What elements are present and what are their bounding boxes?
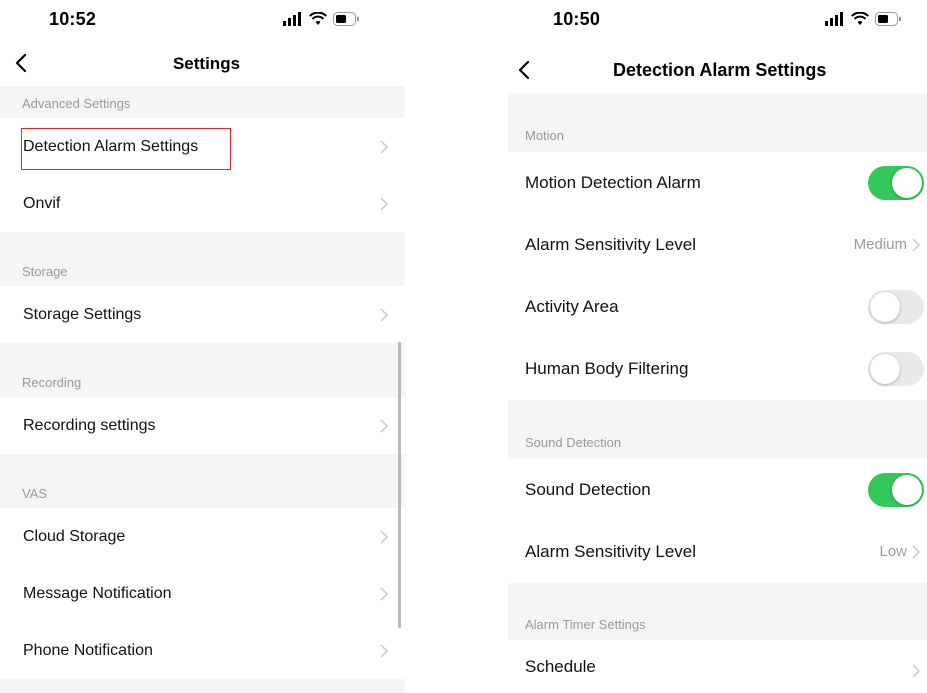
- toggle-knob: [892, 168, 922, 198]
- battery-icon: [333, 12, 359, 26]
- status-bar: 10:50: [508, 0, 927, 40]
- activity-area-toggle[interactable]: [868, 290, 924, 324]
- chevron-right-icon: [380, 530, 389, 544]
- row-sound-detection: Sound Detection: [508, 459, 927, 521]
- row-label: Storage Settings: [23, 305, 142, 323]
- chevron-right-icon: [912, 664, 921, 678]
- scrollbar[interactable]: [398, 342, 401, 628]
- section-header-storage: Storage: [0, 232, 405, 286]
- row-label: Sound Detection: [525, 480, 651, 499]
- row-label: Phone Notification: [23, 641, 153, 659]
- status-time: 10:52: [49, 9, 97, 29]
- row-label: Cloud Storage: [23, 527, 126, 545]
- row-motion-detection-alarm: Motion Detection Alarm: [508, 152, 927, 214]
- nav-bar: Detection Alarm Settings: [508, 40, 927, 86]
- chevron-right-icon: [380, 197, 389, 211]
- detection-alarm-screen: 10:50 Detection Alarm Settings Motion Mo…: [508, 0, 927, 693]
- wifi-icon: [309, 12, 327, 25]
- status-icons: [825, 12, 902, 26]
- row-label: Onvif: [23, 194, 61, 212]
- row-onvif[interactable]: Onvif: [0, 175, 405, 232]
- row-label: Alarm Sensitivity Level: [525, 542, 697, 561]
- chevron-right-icon: [912, 545, 921, 559]
- chevron-right-icon: [380, 308, 389, 322]
- row-label: Motion Detection Alarm: [525, 173, 701, 192]
- chevron-right-icon: [380, 419, 389, 433]
- nav-bar: Settings: [0, 40, 405, 86]
- row-sound-sensitivity[interactable]: Alarm Sensitivity Level Low: [508, 521, 927, 583]
- page-title: Detection Alarm Settings: [613, 60, 827, 80]
- row-label: Schedule: [525, 656, 596, 676]
- row-label: Activity Area: [525, 297, 619, 316]
- row-label: Human Body Filtering: [525, 359, 689, 378]
- status-time: 10:50: [553, 9, 601, 29]
- toggle-knob: [870, 292, 900, 322]
- signal-icon: [283, 12, 301, 26]
- section-header-recording: Recording: [0, 343, 405, 397]
- human-body-filtering-toggle[interactable]: [868, 352, 924, 386]
- section-header-motion: Motion: [508, 93, 927, 152]
- toggle-knob: [870, 354, 900, 384]
- chevron-right-icon: [912, 238, 921, 252]
- sensitivity-value: Low: [879, 543, 907, 560]
- sound-detection-toggle[interactable]: [868, 473, 924, 507]
- sensitivity-value: Medium: [853, 236, 907, 253]
- status-icons: [283, 12, 360, 26]
- row-label: Alarm Sensitivity Level: [525, 235, 697, 254]
- section-header-advanced: Advanced Settings: [0, 86, 405, 118]
- row-human-body-filtering: Human Body Filtering: [508, 338, 927, 400]
- chevron-right-icon: [380, 644, 389, 658]
- motion-detection-toggle[interactable]: [868, 166, 924, 200]
- toggle-knob: [892, 475, 922, 505]
- chevron-right-icon: [380, 140, 389, 154]
- chevron-right-icon: [380, 587, 389, 601]
- row-phone-notification[interactable]: Phone Notification: [0, 622, 405, 679]
- row-schedule[interactable]: Schedule: [508, 640, 927, 693]
- row-motion-sensitivity[interactable]: Alarm Sensitivity Level Medium: [508, 214, 927, 276]
- row-label: Message Notification: [23, 584, 172, 602]
- battery-icon: [875, 12, 901, 26]
- signal-icon: [825, 12, 843, 26]
- section-header-timer: Alarm Timer Settings: [508, 583, 927, 640]
- page-title: Settings: [172, 54, 241, 73]
- row-activity-area: Activity Area: [508, 276, 927, 338]
- section-header-sound: Sound Detection: [508, 400, 927, 459]
- row-storage-settings[interactable]: Storage Settings: [0, 286, 405, 343]
- row-label: Recording settings: [23, 416, 156, 434]
- back-icon[interactable]: [513, 58, 537, 82]
- section-footer: [0, 679, 405, 693]
- highlight-box: [21, 128, 231, 170]
- wifi-icon: [851, 12, 869, 25]
- settings-screen: 10:52 Settings Advanced Settings Detecti…: [0, 0, 405, 693]
- row-message-notification[interactable]: Message Notification: [0, 565, 405, 622]
- section-header-vas: VAS: [0, 454, 405, 508]
- row-cloud-storage[interactable]: Cloud Storage: [0, 508, 405, 565]
- status-bar: 10:52: [0, 0, 405, 40]
- row-recording-settings[interactable]: Recording settings: [0, 397, 405, 454]
